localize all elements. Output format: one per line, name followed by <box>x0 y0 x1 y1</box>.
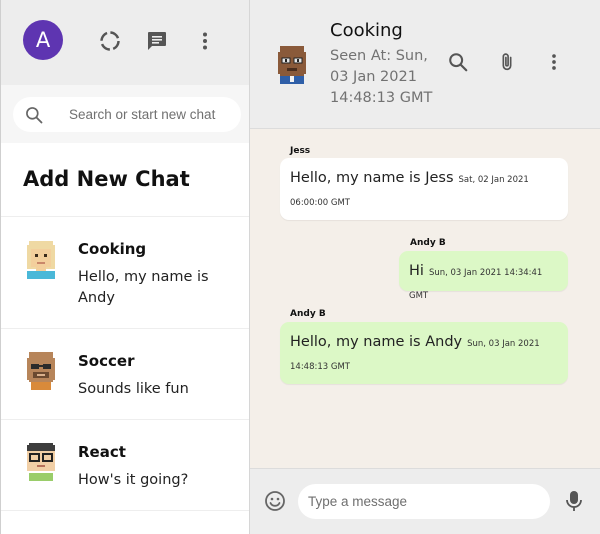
chat-name: Cooking <box>78 240 147 258</box>
message-timestamp: Sun, 03 Jan 2021 14:34:41 GMT <box>409 268 543 301</box>
sidebar-chat-cooking[interactable]: Cooking Hello, my name is Andy <box>1 217 249 329</box>
glasses-avatar <box>23 441 59 481</box>
chat-name: Soccer <box>78 352 135 370</box>
chat-icon[interactable] <box>144 28 170 54</box>
message-sender: Andy B <box>410 238 446 248</box>
more-vert-icon[interactable] <box>542 50 566 74</box>
last-seen-status: Seen At: Sun, 03 Jan 2021 14:48:13 GMT <box>330 48 433 106</box>
blonde-avatar <box>23 239 59 279</box>
message-bubble: Hello, my name is Andy Sun, 03 Jan 2021 1… <box>280 322 568 384</box>
more-vert-icon[interactable] <box>192 28 218 54</box>
sidebar-header: A <box>1 0 249 85</box>
chat-app: A Search or start new chat Add New Chat … <box>0 0 600 534</box>
search-icon <box>13 105 55 125</box>
emoji-icon[interactable] <box>263 489 287 513</box>
message-input[interactable] <box>298 484 550 519</box>
message-list: Jess Hello, my name is Jess Sat, 02 Jan 2… <box>250 130 600 468</box>
add-new-chat[interactable]: Add New Chat <box>1 143 249 217</box>
message-text: Hello, my name is Jess <box>290 170 454 186</box>
message-text: Hello, my name is Andy <box>290 334 463 350</box>
chat-name: React <box>78 443 126 461</box>
chat-room-title: Cooking <box>330 20 403 41</box>
chat-last-message: Sounds like fun <box>78 381 189 397</box>
message-sender: Andy B <box>290 309 326 319</box>
message-sender: Jess <box>290 146 311 156</box>
user-avatar[interactable]: A <box>23 20 63 60</box>
bald-sunglasses-avatar[interactable] <box>274 44 310 84</box>
mic-icon[interactable] <box>564 489 584 513</box>
chat-last-message: How's it going? <box>78 472 189 488</box>
message-composer <box>250 468 600 534</box>
attach-icon[interactable] <box>495 50 519 74</box>
status-icon[interactable] <box>97 28 123 54</box>
sidebar: A Search or start new chat Add New Chat … <box>1 0 250 534</box>
message-bubble: Hello, my name is Jess Sat, 02 Jan 2021 0… <box>280 158 568 220</box>
chat-header: Cooking Seen At: Sun, 03 Jan 2021 14:48:… <box>250 0 600 129</box>
search-container <box>13 97 241 132</box>
message-bubble: Hi Sun, 03 Jan 2021 14:34:41 GMT <box>399 251 568 301</box>
sidebar-chat-react[interactable]: React How's it going? <box>1 420 249 511</box>
search-input[interactable] <box>55 107 225 122</box>
chat-last-message: Hello, my name is Andy <box>78 269 209 306</box>
sidebar-chat-soccer[interactable]: Soccer Sounds like fun <box>1 329 249 420</box>
bald-sunglasses-avatar <box>23 350 59 390</box>
search-bar <box>1 85 249 143</box>
message-text: Hi <box>409 263 424 279</box>
search-icon[interactable] <box>446 50 470 74</box>
chat-window: Cooking Seen At: Sun, 03 Jan 2021 14:48:… <box>250 0 600 534</box>
add-new-chat-label: Add New Chat <box>23 167 190 191</box>
